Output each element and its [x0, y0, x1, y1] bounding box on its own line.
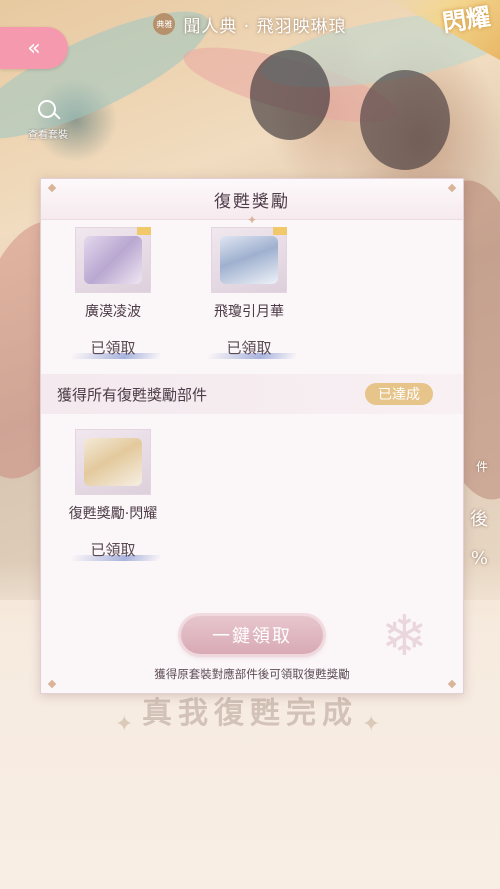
bonus-requirement-label: 獲得所有復甦獎勵部件	[57, 385, 208, 404]
scarf-icon	[75, 227, 151, 293]
page-title: 聞人典 · 飛羽映琳琅	[183, 16, 347, 37]
back-button[interactable]: «	[0, 27, 68, 69]
claimed-status: 已領取	[65, 337, 163, 359]
reward-item-name: 飛瓊引月華	[214, 304, 284, 320]
double-chevron-left-icon: «	[27, 35, 41, 61]
side-label: %	[470, 548, 488, 569]
dress-icon	[211, 227, 287, 293]
magnifier-icon	[35, 98, 61, 124]
snowflake-icon: ❄	[381, 604, 428, 669]
claim-hint-text: 獲得原套裝對應部件後可領取復甦獎勵	[154, 667, 350, 681]
achieved-badge: 已達成	[365, 383, 433, 405]
view-outfit-label: 查看套裝	[28, 130, 68, 141]
reward-item[interactable]: 廣漠凌波 已領取	[53, 227, 173, 359]
bonus-requirement-row: 獲得所有復甦獎勵部件 已達成	[41, 374, 463, 414]
revival-reward-panel: ❄ ❄ ❄ 復甦獎勵 ✦ 廣漠凌波 已領取 飛瓊引月華 已領取 獲得所有復甦獎勵…	[40, 178, 464, 694]
view-outfit-button[interactable]: 查看套裝	[20, 98, 76, 141]
side-label: 件	[475, 460, 488, 474]
claimed-status: 已領取	[201, 337, 299, 359]
shine-tag: 閃耀	[440, 1, 493, 38]
divider-ornament-icon: ✦	[247, 213, 258, 227]
panel-title: 復甦獎勵	[214, 191, 290, 212]
style-badge: 典雅	[153, 13, 176, 35]
sparkle-icon: ✦	[115, 712, 134, 737]
reward-item-name: 廣漠凌波	[85, 304, 141, 320]
claim-all-button[interactable]: 一鍵領取	[181, 616, 323, 654]
sparkle-icon: ✦	[362, 712, 381, 737]
page-title-bar: 典雅 聞人典 · 飛羽映琳琅	[120, 8, 380, 40]
reward-item-name: 復甦獎勵·閃耀	[68, 506, 158, 522]
bonus-reward-item[interactable]: 復甦獎勵·閃耀 已領取	[53, 429, 173, 561]
completion-watermark: 真我復甦完成	[142, 696, 358, 731]
reward-item[interactable]: 飛瓊引月華 已領取	[189, 227, 309, 359]
giftbox-icon	[75, 429, 151, 495]
claimed-status: 已領取	[65, 539, 163, 561]
side-label: 後	[470, 509, 488, 530]
